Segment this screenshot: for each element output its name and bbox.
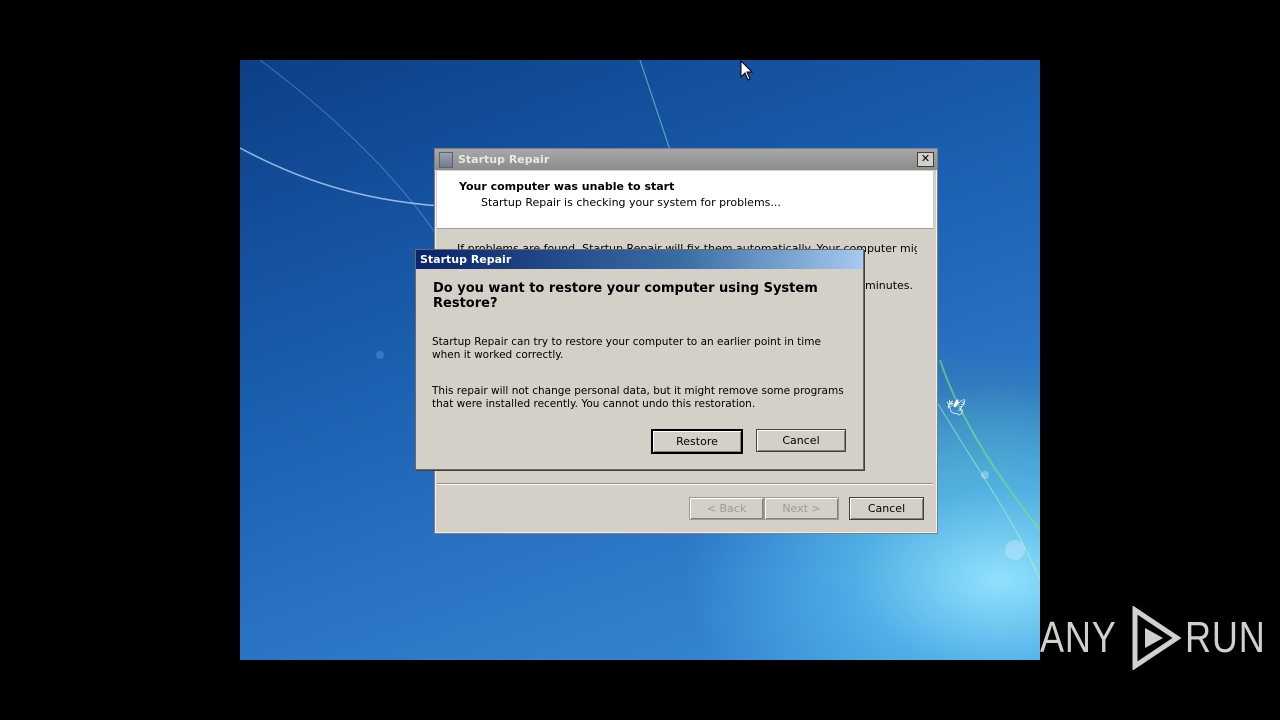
dialog-paragraph-2: This repair will not change personal dat… [432,385,844,410]
dialog-paragraph-1: Startup Repair can try to restore your c… [432,336,821,361]
dialog-title: Startup Repair [420,253,512,266]
anyrun-watermark: ANY RUN [1040,606,1280,670]
play-logo-icon [1132,606,1182,670]
window-titlebar[interactable]: Startup Repair [435,149,937,170]
startup-repair-icon [439,151,453,168]
body-text-line2: l minutes. [858,279,913,292]
watermark-text-right: RUN [1185,613,1267,662]
header-title: Your computer was unable to start [459,180,675,193]
watermark-text-left: ANY [1040,613,1117,662]
next-button[interactable]: Next > [764,497,839,520]
footer-separator [437,483,933,485]
window-cancel-button[interactable]: Cancel [849,497,924,520]
bird-icon: 🕊 [946,398,967,417]
back-button[interactable]: < Back [689,497,764,520]
dialog-question: Do you want to restore your computer usi… [433,281,818,311]
window-title: Startup Repair [458,153,550,166]
system-restore-dialog: Startup Repair Do you want to restore yo… [415,249,864,470]
dialog-titlebar[interactable]: Startup Repair [416,250,863,269]
window-header: Your computer was unable to start Startu… [437,171,933,229]
close-button[interactable]: ✕ [917,152,934,167]
restore-button[interactable]: Restore [651,429,743,454]
header-subtitle: Startup Repair is checking your system f… [481,196,781,209]
dialog-cancel-button[interactable]: Cancel [756,429,846,452]
mouse-cursor-icon [740,60,754,81]
